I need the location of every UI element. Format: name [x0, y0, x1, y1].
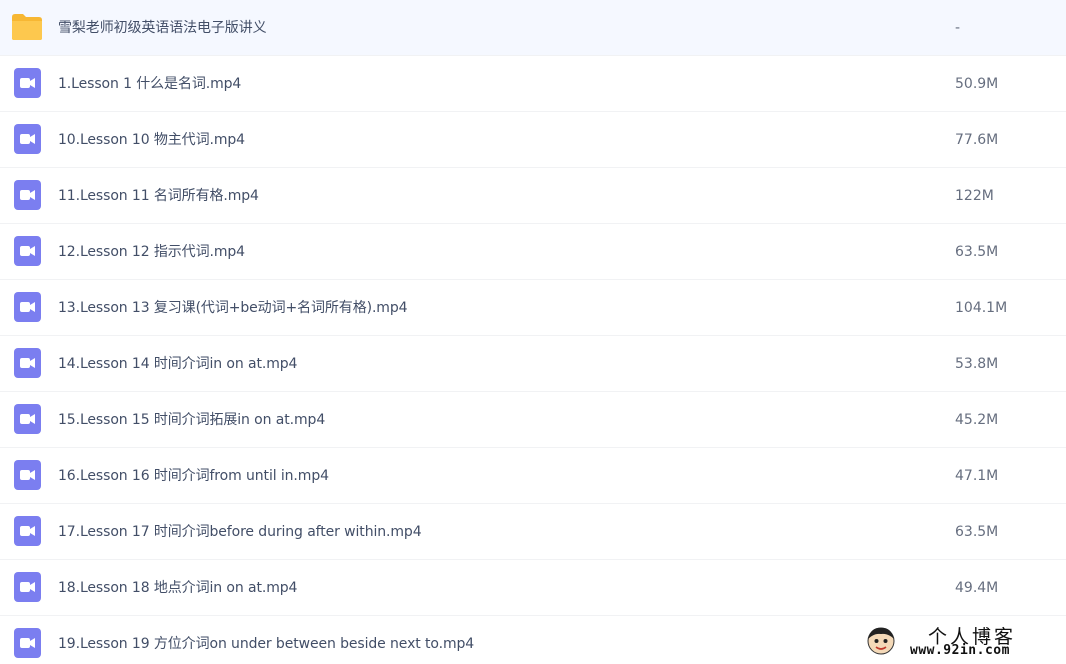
- file-row[interactable]: 10.Lesson 10 物主代词.mp4 77.6M: [0, 112, 1066, 168]
- video-file-icon: [11, 347, 43, 379]
- video-file-icon: [11, 235, 43, 267]
- file-name[interactable]: 11.Lesson 11 名词所有格.mp4: [58, 168, 259, 224]
- file-size: -: [955, 20, 961, 36]
- file-size: 63.5M: [955, 524, 999, 540]
- file-size: 122M: [955, 188, 994, 204]
- file-row[interactable]: 1.Lesson 1 什么是名词.mp4 50.9M: [0, 56, 1066, 112]
- file-size: 47.1M: [955, 468, 999, 484]
- file-name[interactable]: 16.Lesson 16 时间介词from until in.mp4: [58, 448, 329, 504]
- video-file-icon: [11, 291, 43, 323]
- file-name[interactable]: 13.Lesson 13 复习课(代词+be动词+名词所有格).mp4: [58, 280, 408, 336]
- video-file-icon: [11, 627, 43, 659]
- video-file-icon: [11, 67, 43, 99]
- video-file-icon: [11, 571, 43, 603]
- file-size: 50.9M: [955, 76, 999, 92]
- video-file-icon: [11, 515, 43, 547]
- video-file-icon: [11, 179, 43, 211]
- file-row[interactable]: 11.Lesson 11 名词所有格.mp4 122M: [0, 168, 1066, 224]
- file-list: 雪梨老师初级英语语法电子版讲义 - 1.Lesson 1 什么是名词.mp4 5…: [0, 0, 1066, 664]
- file-row[interactable]: 16.Lesson 16 时间介词from until in.mp4 47.1M: [0, 448, 1066, 504]
- file-size: 63.5M: [955, 244, 999, 260]
- file-row[interactable]: 17.Lesson 17 时间介词before during after wit…: [0, 504, 1066, 560]
- file-name[interactable]: 14.Lesson 14 时间介词in on at.mp4: [58, 336, 297, 392]
- file-name[interactable]: 雪梨老师初级英语语法电子版讲义: [58, 0, 267, 56]
- file-size: 53.8M: [955, 356, 999, 372]
- file-name[interactable]: 15.Lesson 15 时间介词拓展in on at.mp4: [58, 392, 325, 448]
- file-size: 77.6M: [955, 132, 999, 148]
- file-size: 104.1M: [955, 300, 1008, 316]
- file-name[interactable]: 17.Lesson 17 时间介词before during after wit…: [58, 504, 422, 560]
- watermark: 个人博客 www.92in.com: [866, 624, 1056, 660]
- file-size: 45.2M: [955, 412, 999, 428]
- file-name[interactable]: 12.Lesson 12 指示代词.mp4: [58, 224, 245, 280]
- file-row[interactable]: 14.Lesson 14 时间介词in on at.mp4 53.8M: [0, 336, 1066, 392]
- folder-icon: [11, 11, 43, 43]
- file-name[interactable]: 1.Lesson 1 什么是名词.mp4: [58, 56, 241, 112]
- file-name[interactable]: 19.Lesson 19 方位介词on under between beside…: [58, 616, 474, 664]
- watermark-url: www.92in.com: [910, 643, 1010, 658]
- file-name[interactable]: 10.Lesson 10 物主代词.mp4: [58, 112, 245, 168]
- file-row[interactable]: 12.Lesson 12 指示代词.mp4 63.5M: [0, 224, 1066, 280]
- folder-row[interactable]: 雪梨老师初级英语语法电子版讲义 -: [0, 0, 1066, 56]
- video-file-icon: [11, 403, 43, 435]
- file-row[interactable]: 18.Lesson 18 地点介词in on at.mp4 49.4M: [0, 560, 1066, 616]
- video-file-icon: [11, 459, 43, 491]
- video-file-icon: [11, 123, 43, 155]
- cartoon-avatar-icon: [866, 626, 896, 656]
- file-size: 49.4M: [955, 580, 999, 596]
- file-row[interactable]: 13.Lesson 13 复习课(代词+be动词+名词所有格).mp4 104.…: [0, 280, 1066, 336]
- file-name[interactable]: 18.Lesson 18 地点介词in on at.mp4: [58, 560, 297, 616]
- file-row[interactable]: 15.Lesson 15 时间介词拓展in on at.mp4 45.2M: [0, 392, 1066, 448]
